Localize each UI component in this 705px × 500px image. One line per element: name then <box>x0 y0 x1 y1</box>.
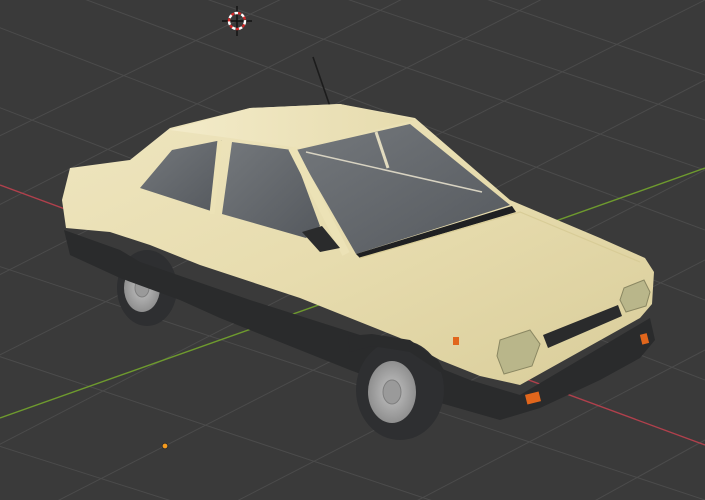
car-object[interactable] <box>62 56 655 440</box>
object-origin-icon[interactable] <box>161 442 169 450</box>
3d-cursor-icon[interactable] <box>222 6 252 36</box>
viewport-canvas[interactable] <box>0 0 705 500</box>
side-marker <box>453 337 459 345</box>
3d-viewport[interactable] <box>0 0 705 500</box>
